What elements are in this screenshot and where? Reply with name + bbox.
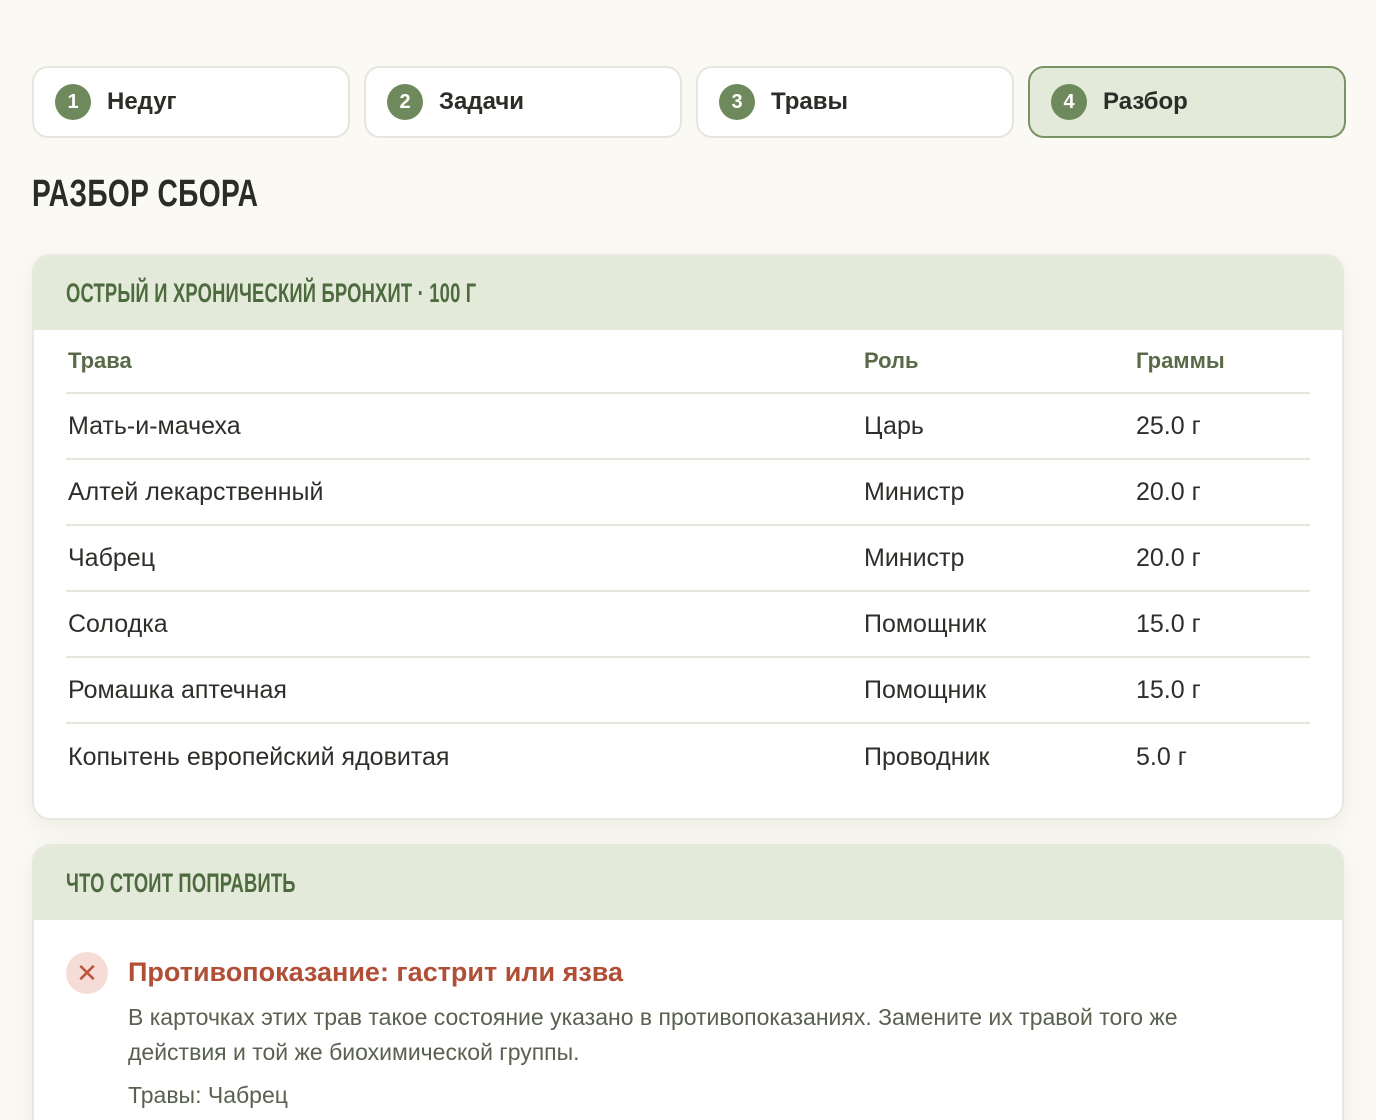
table-row: Копытень европейский ядовитая Проводник … [66,724,1310,790]
step-label: Недуг [107,88,177,115]
close-icon: ✕ [66,952,108,994]
herb-cell: Солодка [68,609,168,638]
grams-cell: 5.0 г [1136,742,1187,771]
issue-herbs: Травы: Чабрец [128,1082,288,1108]
table-row: Алтей лекарственный Министр 20.0 г [66,460,1310,526]
herb-cell: Чабрец [68,543,156,572]
step-herbs[interactable]: 3 Травы [696,66,1014,138]
step-number: 2 [387,84,423,120]
stepper: 1 Недуг 2 Задачи 3 Травы 4 Разбор [32,66,1346,138]
herb-cell: Алтей лекарственный [68,477,324,506]
role-cell: Помощник [864,675,987,704]
step-tasks[interactable]: 2 Задачи [364,66,682,138]
grams-cell: 25.0 г [1136,411,1201,440]
issue-title: Противопоказание: гастрит или язва [128,957,624,987]
step-number: 3 [719,84,755,120]
role-cell: Министр [864,477,965,506]
table-row: Чабрец Министр 20.0 г [66,526,1310,592]
herb-cell: Мать-и-мачеха [68,411,241,440]
table-row: Мать-и-мачеха Царь 25.0 г [66,394,1310,460]
fix-card: Что стоит поправить ✕ Противопоказание: … [32,844,1344,1120]
grams-cell: 20.0 г [1136,543,1201,572]
herb-cell: Копытень европейский ядовитая [68,742,450,771]
grams-cell: 15.0 г [1136,609,1201,638]
fix-card-title: Что стоит поправить [66,867,296,898]
issue-description: В карточках этих трав такое состояние ук… [128,1004,1178,1065]
step-label: Разбор [1103,88,1188,115]
page-title: Разбор сбора [32,173,259,215]
herbs-table: Трава Роль Граммы Мать-и-мачеха Царь 25.… [66,330,1310,790]
role-cell: Царь [864,411,924,440]
step-number: 4 [1051,84,1087,120]
role-cell: Помощник [864,609,987,638]
table-row: Ромашка аптечная Помощник 15.0 г [66,658,1310,724]
column-header-grams: Граммы [1136,348,1225,373]
formula-card-title: Острый и хронический бронхит · 100 г [66,277,477,308]
column-header-role: Роль [864,348,919,373]
role-cell: Проводник [864,742,990,771]
grams-cell: 20.0 г [1136,477,1201,506]
step-number: 1 [55,84,91,120]
fix-card-header: Что стоит поправить [34,846,1342,920]
step-review[interactable]: 4 Разбор [1028,66,1346,138]
formula-card-header: Острый и хронический бронхит · 100 г [34,256,1342,330]
table-row: Солодка Помощник 15.0 г [66,592,1310,658]
step-label: Травы [771,88,849,115]
step-ailment[interactable]: 1 Недуг [32,66,350,138]
page: 1 Недуг 2 Задачи 3 Травы 4 Разбор Разбор… [0,0,1376,1120]
step-label: Задачи [439,88,525,115]
role-cell: Министр [864,543,965,572]
grams-cell: 15.0 г [1136,675,1201,704]
issue-item: ✕ Противопоказание: гастрит или язва В к… [34,920,1342,1112]
table-header: Трава Роль Граммы [66,330,1310,394]
formula-card: Острый и хронический бронхит · 100 г Тра… [32,254,1344,820]
herb-cell: Ромашка аптечная [68,675,287,704]
column-header-herb: Трава [68,348,132,373]
issue-body: Противопоказание: гастрит или язва В кар… [128,952,1310,1112]
